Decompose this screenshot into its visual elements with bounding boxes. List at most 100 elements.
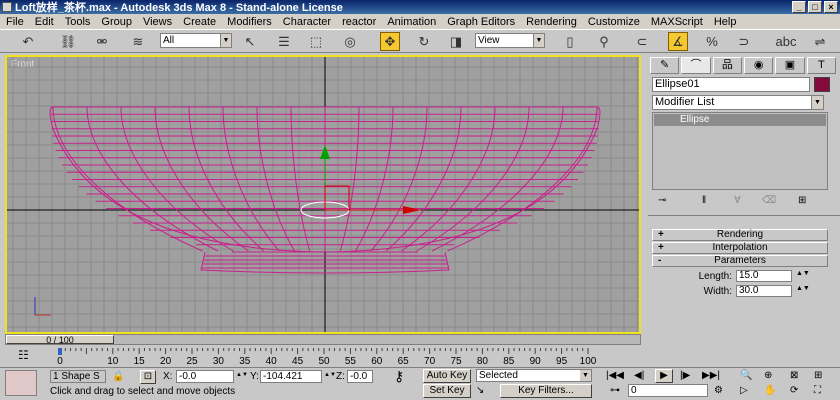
reference-coord-dropdown[interactable]: View ▼ — [475, 33, 545, 48]
track-bar-menu-icon[interactable]: ☷ — [18, 348, 29, 362]
key-filters-button[interactable]: Key Filters... — [500, 384, 592, 398]
maximize-button[interactable]: □ — [808, 1, 822, 13]
create-tab-icon[interactable]: ✎ — [650, 57, 680, 74]
unlink-icon[interactable]: ⚮ — [92, 32, 112, 51]
motion-tab-icon[interactable]: ◉ — [743, 57, 774, 74]
zoom-icon[interactable]: 🔍 — [740, 369, 752, 382]
key-curve-icon[interactable]: ↘ — [476, 384, 484, 397]
z-coordinate-field[interactable]: -0.0 — [347, 370, 373, 383]
close-button[interactable]: × — [824, 1, 838, 13]
bind-spacewarp-icon[interactable]: ≋ — [128, 32, 148, 51]
hierarchy-tab-icon[interactable]: 品 — [712, 57, 742, 74]
pin-stack-icon[interactable]: ⊸ — [658, 195, 666, 206]
width-input[interactable]: 30.0 — [736, 285, 792, 297]
menu-file[interactable]: File — [6, 16, 24, 28]
menu-graph-editors[interactable]: Graph Editors — [447, 16, 515, 28]
menu-reactor[interactable]: reactor — [342, 16, 376, 28]
angle-snap-icon[interactable]: ∡ — [668, 32, 688, 51]
set-key-button[interactable]: Set Key — [423, 384, 471, 398]
time-config-icon[interactable]: ⚙ — [714, 384, 723, 397]
named-selection-icon[interactable]: abc — [776, 32, 797, 51]
maximize-viewport-icon[interactable]: ⛶ — [814, 384, 821, 397]
rollout-parameters[interactable]: - Parameters — [652, 255, 828, 267]
selection-filter-dropdown[interactable]: All ▼ — [160, 33, 232, 48]
configure-sets-icon[interactable]: ⊞ — [798, 195, 806, 206]
show-end-result-icon[interactable]: ‖ — [702, 195, 706, 206]
mirror-icon[interactable]: ⚲ — [594, 32, 614, 51]
minimize-button[interactable]: _ — [792, 1, 806, 13]
prev-frame-icon[interactable]: ◀| — [634, 369, 644, 382]
rotate-icon[interactable]: ↻ — [414, 32, 434, 51]
zoom-extents-all-icon[interactable]: ⊞ — [814, 369, 822, 382]
menu-views[interactable]: Views — [143, 16, 172, 28]
undo-icon[interactable]: ↶ — [18, 32, 38, 51]
stack-item[interactable]: Ellipse — [654, 114, 826, 126]
pan-icon[interactable]: ✋ — [764, 384, 776, 397]
goto-end-icon[interactable]: ▶▶| — [702, 369, 720, 382]
key-mode-toggle-icon[interactable]: ⊶ — [610, 384, 620, 397]
auto-key-button[interactable]: Auto Key — [423, 369, 471, 383]
x-spinner[interactable]: ▲▼ — [236, 369, 248, 382]
menu-maxscript[interactable]: MAXScript — [651, 16, 703, 28]
menu-customize[interactable]: Customize — [588, 16, 640, 28]
current-frame-marker[interactable] — [58, 348, 62, 355]
length-input[interactable]: 15.0 — [736, 270, 792, 282]
current-frame-field[interactable]: 0 — [628, 384, 708, 397]
rollout-rendering[interactable]: + Rendering — [652, 229, 828, 241]
menu-animation[interactable]: Animation — [387, 16, 436, 28]
frame-ruler[interactable]: 0 10 15 20 25 30 35 40 45 50 55 60 65 70 75 80 85 90 95 100 — [48, 348, 648, 366]
menu-modifiers[interactable]: Modifiers — [227, 16, 272, 28]
window-crossing-icon[interactable]: ◎ — [340, 32, 360, 51]
utilities-tab-icon[interactable]: T — [806, 57, 836, 74]
menu-group[interactable]: Group — [101, 16, 132, 28]
use-pivot-icon[interactable]: ▯ — [560, 32, 580, 51]
mirror-tool-icon[interactable]: ⇌ — [810, 32, 830, 51]
menu-edit[interactable]: Edit — [35, 16, 54, 28]
y-spinner[interactable]: ▲▼ — [324, 369, 336, 382]
menu-create[interactable]: Create — [183, 16, 216, 28]
display-tab-icon[interactable]: ▣ — [775, 57, 805, 74]
menu-tools[interactable]: Tools — [65, 16, 91, 28]
viewport-canvas[interactable] — [7, 57, 639, 332]
select-by-name-icon[interactable]: ☰ — [274, 32, 294, 51]
length-spinner[interactable]: ▲▼ — [796, 270, 810, 277]
percent-snap-icon[interactable]: % — [702, 32, 722, 51]
front-viewport[interactable]: Front — [5, 55, 641, 334]
play-icon[interactable]: ▶ — [655, 369, 673, 383]
modifier-list-dropdown[interactable]: Modifier List ▼ — [652, 95, 824, 110]
absolute-mode-icon[interactable]: ⊡ — [140, 370, 156, 384]
remove-modifier-icon[interactable]: ⌫ — [762, 195, 776, 206]
object-name-field[interactable]: Ellipse01 — [652, 77, 810, 92]
make-unique-icon[interactable]: ∀ — [734, 195, 741, 206]
maxscript-listener-mini[interactable] — [5, 370, 37, 396]
align-icon[interactable]: ⊂ — [632, 32, 652, 51]
next-frame-icon[interactable]: |▶ — [680, 369, 690, 382]
menu-rendering[interactable]: Rendering — [526, 16, 577, 28]
x-coordinate-field[interactable]: -0.0 — [176, 370, 234, 383]
modify-tab-icon[interactable]: ⌒ — [681, 57, 711, 74]
rect-region-icon[interactable]: ⬚ — [306, 32, 326, 51]
rollout-interpolation[interactable]: + Interpolation — [652, 242, 828, 254]
zoom-all-icon[interactable]: ⊕ — [764, 369, 772, 382]
zoom-extents-icon[interactable]: ⊠ — [790, 369, 798, 382]
goto-start-icon[interactable]: |◀◀ — [606, 369, 624, 382]
time-slider[interactable]: 0 / 100 — [5, 334, 641, 345]
menu-character[interactable]: Character — [283, 16, 331, 28]
width-spinner[interactable]: ▲▼ — [796, 285, 810, 292]
arc-rotate-icon[interactable]: ⟳ — [790, 384, 798, 397]
spinner-snap-icon[interactable]: ⊃ — [734, 32, 754, 51]
time-slider-thumb[interactable]: 0 / 100 — [6, 335, 114, 345]
modifier-list-label: Modifier List — [655, 96, 715, 108]
key-mode-dropdown[interactable]: Selected ▼ — [476, 369, 592, 382]
lock-icon[interactable]: 🔒 — [112, 370, 124, 383]
scale-icon[interactable]: ◨ — [446, 32, 466, 51]
key-icon[interactable]: ⚷ — [394, 369, 404, 383]
link-icon[interactable]: ⛓ — [58, 32, 78, 51]
field-of-view-icon[interactable]: ▷ — [740, 384, 748, 397]
select-icon[interactable]: ↖ — [240, 32, 260, 51]
object-color-swatch[interactable] — [814, 77, 830, 92]
move-icon[interactable]: ✥ — [380, 32, 400, 51]
modifier-stack[interactable]: Ellipse — [652, 112, 828, 190]
menu-help[interactable]: Help — [714, 16, 737, 28]
y-coordinate-field[interactable]: -104.421 — [260, 370, 322, 383]
